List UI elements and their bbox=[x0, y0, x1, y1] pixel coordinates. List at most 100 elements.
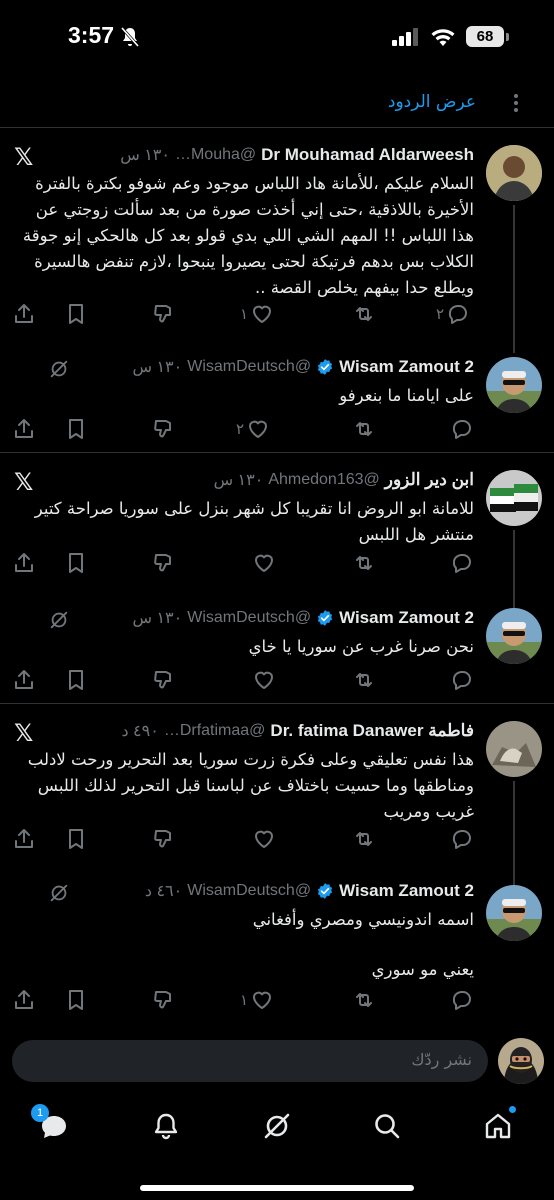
bookmark-button[interactable] bbox=[64, 668, 88, 692]
tab-home[interactable] bbox=[480, 1108, 516, 1144]
reply-icon bbox=[450, 668, 474, 692]
bookmark-button[interactable] bbox=[64, 827, 88, 851]
post-header: Wisam Zamout 2 @WisamDeutsch ٤٦٠ د bbox=[145, 881, 474, 901]
bookmark-button[interactable] bbox=[64, 988, 88, 1012]
share-icon bbox=[12, 551, 36, 575]
share-button[interactable] bbox=[12, 551, 36, 575]
share-button[interactable] bbox=[12, 827, 36, 851]
like-button[interactable] bbox=[252, 668, 276, 692]
grok-icon[interactable] bbox=[48, 358, 70, 380]
dislike-button[interactable] bbox=[152, 551, 176, 575]
x-logo-icon: 𝕏 bbox=[14, 468, 34, 496]
like-button[interactable]: ١ bbox=[240, 302, 274, 326]
like-button[interactable]: ٢ bbox=[236, 417, 270, 441]
grok-icon[interactable] bbox=[48, 609, 70, 631]
dislike-icon bbox=[152, 827, 176, 851]
tab-notifications[interactable] bbox=[148, 1108, 184, 1144]
like-button[interactable] bbox=[252, 551, 276, 575]
avatar[interactable] bbox=[486, 721, 542, 777]
retweet-button[interactable] bbox=[352, 668, 376, 692]
reply-post[interactable]: Wisam Zamout 2 @WisamDeutsch ١٣٠ س نحن ص… bbox=[0, 598, 554, 704]
retweet-button[interactable] bbox=[352, 417, 376, 441]
dislike-icon bbox=[152, 551, 176, 575]
post-time: ١٣٠ س bbox=[132, 610, 183, 627]
show-replies-link[interactable]: عرض الردود bbox=[388, 92, 476, 112]
avatar[interactable] bbox=[486, 145, 542, 201]
reply-input[interactable]: نشر ردّك bbox=[411, 1050, 472, 1069]
share-button[interactable] bbox=[12, 302, 36, 326]
like-button[interactable] bbox=[252, 827, 276, 851]
reply-composer[interactable]: نشر ردّك bbox=[12, 1040, 488, 1082]
author-handle[interactable]: @WisamDeutsch bbox=[187, 609, 311, 627]
reply-icon bbox=[450, 988, 474, 1012]
retweet-icon bbox=[352, 302, 376, 326]
share-button[interactable] bbox=[12, 417, 36, 441]
avatar[interactable] bbox=[486, 357, 542, 413]
dislike-button[interactable] bbox=[152, 827, 176, 851]
messages-badge: 1 bbox=[31, 1104, 49, 1122]
post-time: ٤٩٠ د bbox=[121, 723, 159, 740]
author-name[interactable]: Dr Mouhamad Aldarweesh bbox=[261, 145, 474, 165]
post[interactable]: ابن دير الزور @Ahmedon163 ١٣٠ س 𝕏 للامان… bbox=[0, 454, 554, 594]
like-button[interactable]: ١ bbox=[240, 988, 274, 1012]
author-name[interactable]: Wisam Zamout 2 bbox=[339, 608, 474, 628]
share-button[interactable] bbox=[12, 988, 36, 1012]
dislike-button[interactable] bbox=[152, 668, 176, 692]
thread-top-bar: عرض الردود bbox=[0, 82, 554, 128]
retweet-button[interactable] bbox=[352, 827, 376, 851]
status-bar: 3:57 68 bbox=[0, 0, 554, 76]
post-actions bbox=[0, 827, 554, 853]
my-avatar[interactable] bbox=[498, 1038, 544, 1084]
verified-badge-icon bbox=[316, 882, 334, 900]
reply-post[interactable]: Wisam Zamout 2 @WisamDeutsch ١٣٠ س على ا… bbox=[0, 347, 554, 453]
reply-post[interactable]: Wisam Zamout 2 @WisamDeutsch ٤٦٠ د اسمه … bbox=[0, 875, 554, 1021]
reply-button[interactable] bbox=[450, 827, 474, 851]
author-handle[interactable]: @Drfatimaa… bbox=[164, 722, 266, 740]
reply-button[interactable] bbox=[450, 668, 474, 692]
retweet-button[interactable] bbox=[352, 988, 376, 1012]
tab-grok[interactable] bbox=[259, 1108, 295, 1144]
author-name[interactable]: فاطمة Dr. fatima Danawer bbox=[270, 721, 474, 741]
post-actions: ١ ٢ bbox=[0, 302, 554, 328]
reply-button[interactable] bbox=[450, 417, 474, 441]
post[interactable]: فاطمة Dr. fatima Danawer @Drfatimaa… ٤٩٠… bbox=[0, 705, 554, 871]
post-header: Wisam Zamout 2 @WisamDeutsch ١٣٠ س bbox=[132, 357, 474, 377]
tab-search[interactable] bbox=[369, 1108, 405, 1144]
avatar[interactable] bbox=[486, 470, 542, 526]
retweet-icon bbox=[352, 417, 376, 441]
reply-icon bbox=[446, 302, 470, 326]
author-handle[interactable]: @Ahmedon163 bbox=[268, 471, 379, 489]
grok-icon[interactable] bbox=[48, 882, 70, 904]
bookmark-button[interactable] bbox=[64, 302, 88, 326]
retweet-button[interactable] bbox=[352, 302, 376, 326]
bookmark-icon bbox=[64, 551, 88, 575]
author-handle[interactable]: @WisamDeutsch bbox=[187, 358, 311, 376]
avatar[interactable] bbox=[486, 885, 542, 941]
post[interactable]: Dr Mouhamad Aldarweesh @Mouha… ١٣٠ س 𝕏 ا… bbox=[0, 129, 554, 339]
dislike-button[interactable] bbox=[152, 417, 176, 441]
share-icon bbox=[12, 302, 36, 326]
reply-button[interactable]: ٢ bbox=[436, 302, 470, 326]
retweet-icon bbox=[352, 551, 376, 575]
author-handle[interactable]: @Mouha… bbox=[175, 146, 256, 164]
more-options-icon[interactable] bbox=[514, 94, 518, 115]
dislike-button[interactable] bbox=[152, 988, 176, 1012]
author-name[interactable]: ابن دير الزور bbox=[385, 470, 474, 490]
heart-icon bbox=[252, 827, 276, 851]
share-button[interactable] bbox=[12, 668, 36, 692]
author-handle[interactable]: @WisamDeutsch bbox=[187, 882, 311, 900]
share-icon bbox=[12, 827, 36, 851]
bookmark-button[interactable] bbox=[64, 417, 88, 441]
author-name[interactable]: Wisam Zamout 2 bbox=[339, 357, 474, 377]
avatar[interactable] bbox=[486, 608, 542, 664]
retweet-button[interactable] bbox=[352, 551, 376, 575]
bookmark-button[interactable] bbox=[64, 551, 88, 575]
home-indicator[interactable] bbox=[140, 1185, 414, 1191]
post-actions: ٢ bbox=[0, 417, 554, 443]
wifi-icon bbox=[431, 29, 455, 46]
reply-button[interactable] bbox=[450, 551, 474, 575]
post-actions bbox=[0, 551, 554, 577]
author-name[interactable]: Wisam Zamout 2 bbox=[339, 881, 474, 901]
reply-button[interactable] bbox=[450, 988, 474, 1012]
dislike-button[interactable] bbox=[152, 302, 176, 326]
